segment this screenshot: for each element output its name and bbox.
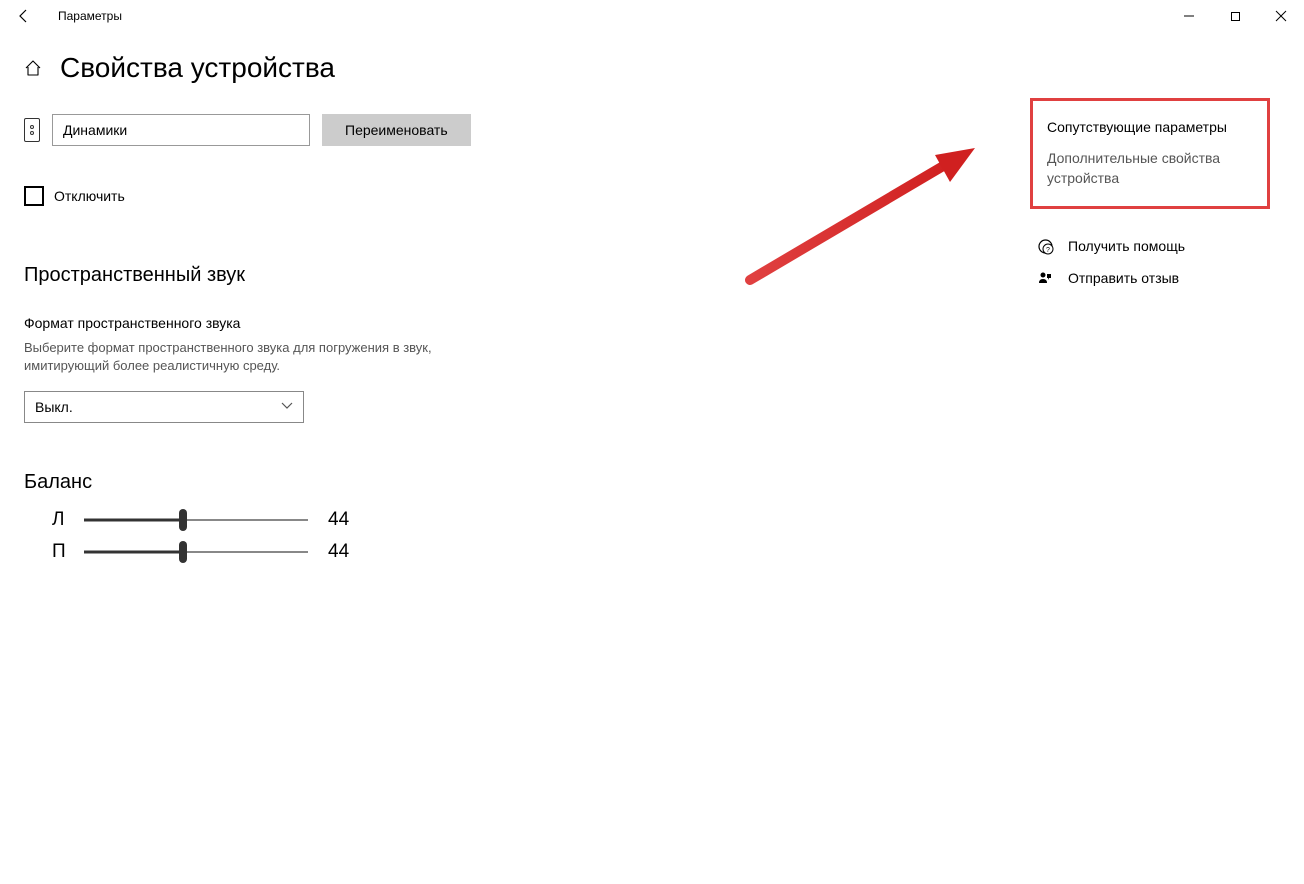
close-button[interactable] xyxy=(1258,0,1304,32)
spatial-format-dropdown[interactable]: Выкл. xyxy=(24,391,304,423)
related-settings-title: Сопутствующие параметры xyxy=(1047,119,1253,135)
titlebar: Параметры xyxy=(0,0,1304,32)
balance-left-label: Л xyxy=(52,509,70,531)
annotation-arrow xyxy=(740,140,1020,290)
spatial-format-desc: Выберите формат пространственного звука … xyxy=(24,339,484,375)
balance-section-title: Баланс xyxy=(24,471,724,494)
balance-right-slider[interactable] xyxy=(84,540,308,564)
spatial-format-label: Формат пространственного звука xyxy=(24,315,724,331)
spatial-format-value: Выкл. xyxy=(35,399,73,415)
maximize-button[interactable] xyxy=(1212,0,1258,32)
device-row: Переименовать xyxy=(24,114,724,146)
rename-button[interactable]: Переименовать xyxy=(322,114,471,146)
window-title: Параметры xyxy=(58,9,122,23)
related-settings-box: Сопутствующие параметры Дополнительные с… xyxy=(1030,98,1270,209)
balance-left-slider[interactable] xyxy=(84,508,308,532)
back-button[interactable] xyxy=(8,0,40,32)
chevron-down-icon xyxy=(281,401,293,413)
speaker-icon xyxy=(24,118,40,142)
spatial-section-title: Пространственный звук xyxy=(24,264,724,287)
minimize-button[interactable] xyxy=(1166,0,1212,32)
get-help-label: Получить помощь xyxy=(1068,238,1185,254)
home-icon[interactable] xyxy=(24,59,42,77)
balance-right-label: П xyxy=(52,541,70,563)
balance-right-row: П 44 xyxy=(52,540,724,564)
related-sidebar: Сопутствующие параметры Дополнительные с… xyxy=(1030,98,1270,301)
help-icon: ? xyxy=(1036,237,1054,255)
page-title: Свойства устройства xyxy=(60,52,335,84)
disable-checkbox-row[interactable]: Отключить xyxy=(24,186,724,206)
feedback-icon xyxy=(1036,269,1054,287)
feedback-label: Отправить отзыв xyxy=(1068,270,1179,286)
balance-left-value: 44 xyxy=(328,509,368,531)
svg-text:?: ? xyxy=(1046,247,1050,254)
get-help-link[interactable]: ? Получить помощь xyxy=(1030,237,1270,255)
balance-left-row: Л 44 xyxy=(52,508,724,532)
balance-right-value: 44 xyxy=(328,541,368,563)
main-content: Свойства устройства Переименовать Отключ… xyxy=(24,52,724,572)
additional-device-properties-link[interactable]: Дополнительные свойства устройства xyxy=(1047,149,1253,188)
disable-label: Отключить xyxy=(54,188,125,204)
disable-checkbox[interactable] xyxy=(24,186,44,206)
device-name-input[interactable] xyxy=(52,114,310,146)
window-controls xyxy=(1166,0,1304,32)
feedback-link[interactable]: Отправить отзыв xyxy=(1030,269,1270,287)
page-header: Свойства устройства xyxy=(24,52,724,84)
